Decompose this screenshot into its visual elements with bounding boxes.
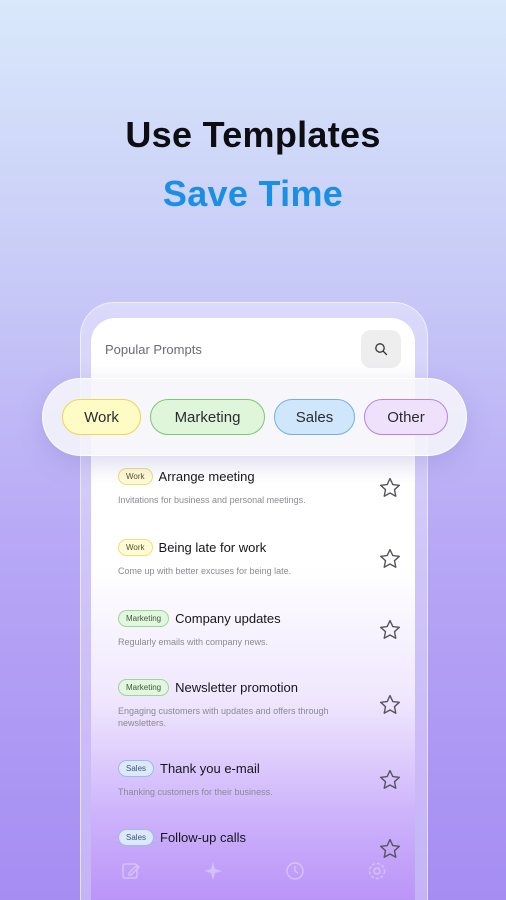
search-icon: [375, 343, 388, 356]
prompt-tag: Work: [118, 468, 153, 486]
gear-icon: [368, 862, 386, 880]
headline-line2: Save Time: [162, 173, 344, 214]
filter-chip-work[interactable]: Work: [62, 399, 141, 435]
tab-templates[interactable]: [183, 860, 243, 887]
prompt-title: Newsletter promotion: [175, 680, 298, 696]
prompt-tag: Sales: [118, 760, 155, 778]
screen-title: Popular Prompts: [105, 342, 202, 357]
prompt-tag: Work: [118, 539, 153, 557]
filter-chip-marketing[interactable]: Marketing: [150, 399, 265, 435]
filter-chip-sales[interactable]: Sales: [274, 399, 355, 435]
search-button[interactable]: [361, 330, 401, 368]
history-icon: [286, 862, 304, 880]
star-icon[interactable]: [378, 547, 402, 571]
prompt-item[interactable]: Sales Follow-up calls: [118, 829, 408, 858]
star-icon[interactable]: [378, 768, 402, 792]
bottom-tab-bar: [91, 860, 415, 900]
prompt-item[interactable]: Marketing Company updates Regularly email…: [118, 610, 408, 648]
prompt-title: Company updates: [175, 611, 281, 627]
prompt-tag: Marketing: [118, 679, 170, 697]
category-filter-bar: Work Marketing Sales Other: [42, 378, 467, 456]
prompt-title: Follow-up calls: [160, 830, 246, 846]
prompt-item[interactable]: Work Arrange meeting Invitations for busi…: [118, 468, 408, 506]
edit-icon: [122, 863, 141, 879]
star-icon[interactable]: [378, 476, 402, 500]
tab-settings[interactable]: [347, 860, 407, 887]
prompt-tag: Marketing: [118, 610, 170, 628]
prompt-description: Thanking customers for their business.: [118, 787, 273, 797]
prompt-description: Come up with better excuses for being la…: [118, 566, 292, 576]
prompt-item[interactable]: Work Being late for work Come up with bet…: [118, 539, 408, 577]
filter-chip-other[interactable]: Other: [364, 399, 448, 435]
prompt-title: Being late for work: [158, 540, 267, 556]
star-icon[interactable]: [378, 693, 402, 717]
prompt-tag: Sales: [118, 829, 155, 847]
star-icon[interactable]: [378, 837, 402, 861]
prompt-description: Invitations for business and personal me…: [118, 495, 306, 505]
prompt-description: Regularly emails with company news.: [118, 637, 269, 647]
prompt-title: Arrange meeting: [158, 469, 255, 485]
tab-history[interactable]: [265, 860, 325, 887]
sparkle-icon: [204, 862, 222, 880]
prompt-item[interactable]: Sales Thank you e-mail Thanking customers…: [118, 760, 408, 798]
headline-line1: Use Templates: [125, 114, 381, 155]
prompt-title: Thank you e-mail: [160, 761, 260, 777]
tab-write[interactable]: [101, 860, 161, 887]
prompt-item[interactable]: Marketing Newsletter promotion Engaging c…: [118, 679, 408, 729]
prompt-description: Engaging customers with updates and offe…: [118, 706, 329, 728]
star-icon[interactable]: [378, 618, 402, 642]
